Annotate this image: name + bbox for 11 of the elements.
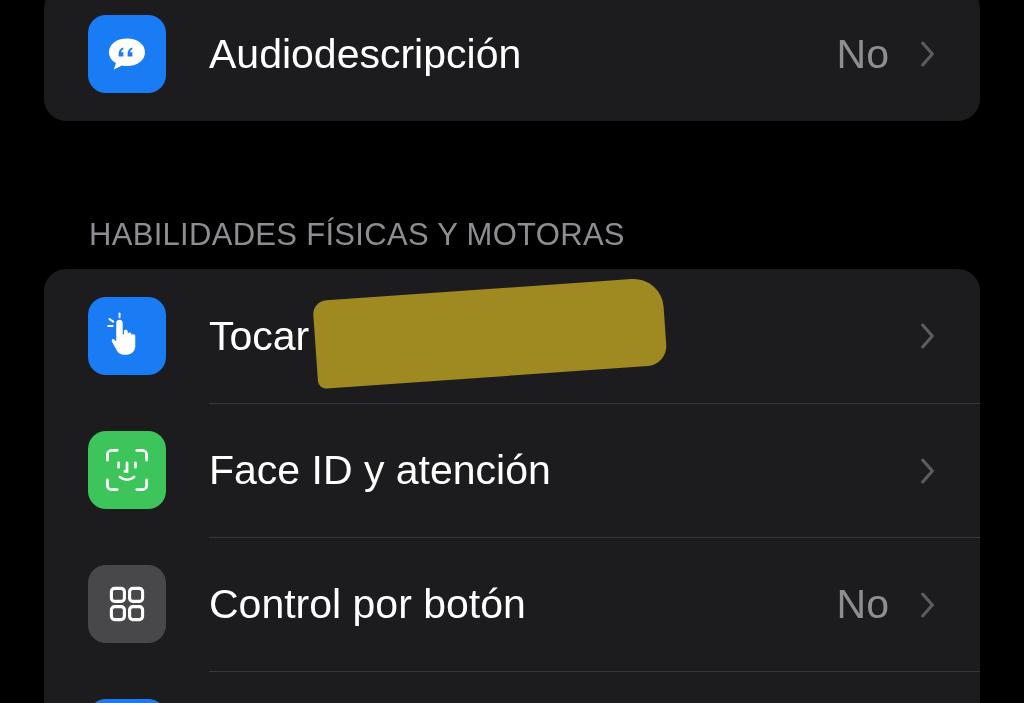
section-header: HABILIDADES FÍSICAS Y MOTORAS bbox=[88, 216, 626, 254]
chevron-icon bbox=[919, 39, 936, 69]
chevron-icon bbox=[919, 321, 936, 351]
row-label[interactable]: Control por botón bbox=[209, 581, 526, 628]
row-label[interactable]: Face ID y atención bbox=[209, 447, 551, 494]
row-label[interactable]: Tocar bbox=[209, 312, 310, 360]
row-value: No bbox=[836, 581, 889, 628]
chevron-icon bbox=[919, 589, 936, 620]
row-label[interactable]: Audiodescripción bbox=[209, 30, 522, 78]
row-value: No bbox=[836, 30, 889, 78]
chevron-icon bbox=[919, 455, 936, 486]
